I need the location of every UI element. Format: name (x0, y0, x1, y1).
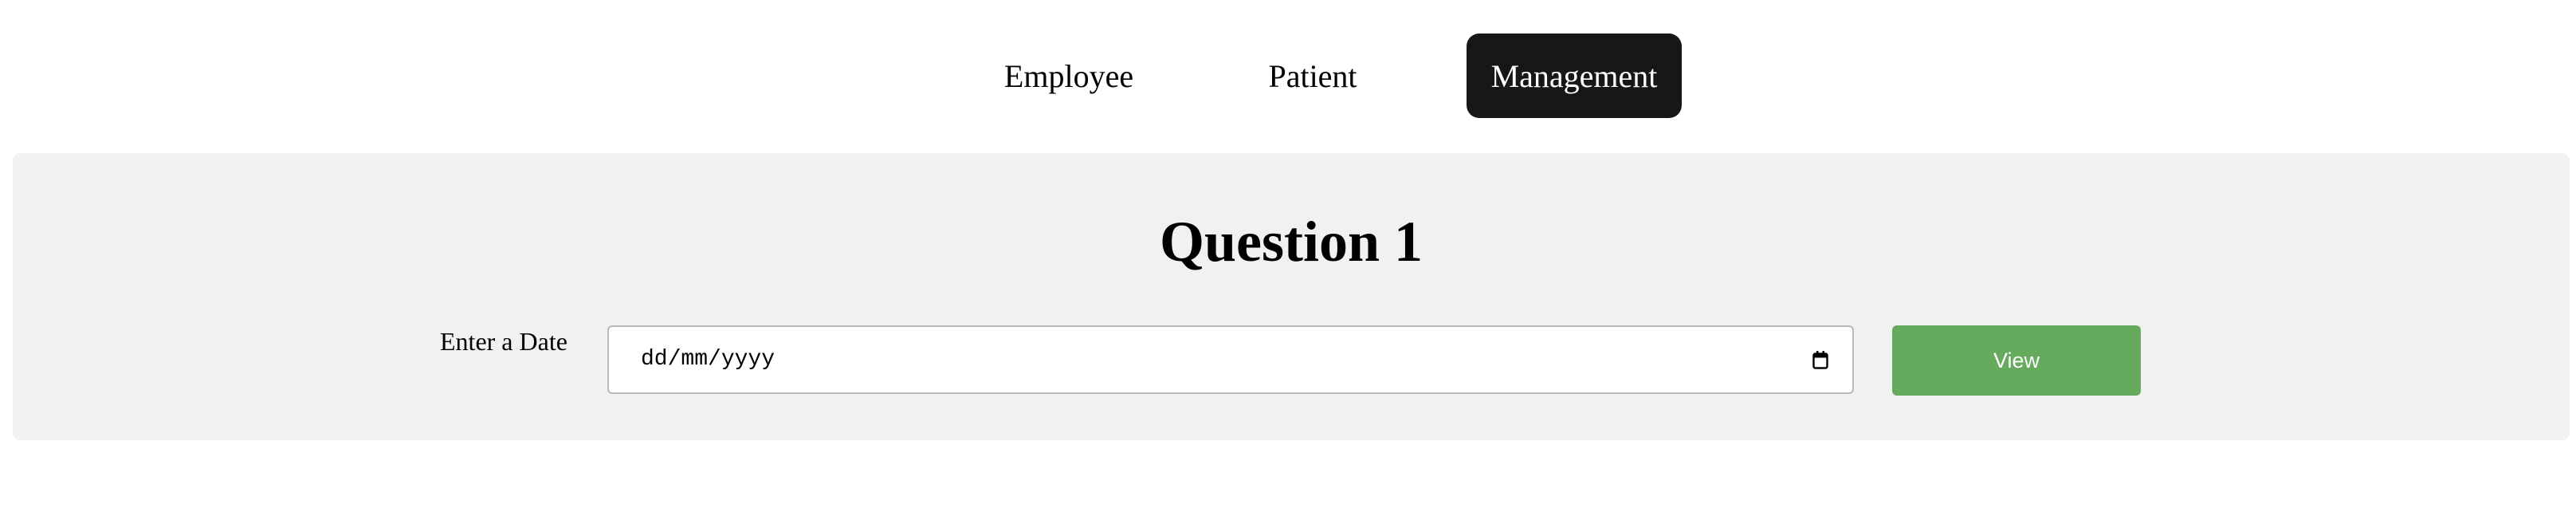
date-label: Enter a Date (440, 327, 567, 356)
nav-item-patient[interactable]: Patient (1243, 33, 1382, 118)
nav-item-management[interactable]: Management (1467, 33, 1682, 118)
question-title: Question 1 (1159, 210, 1423, 274)
calendar-icon[interactable] (1812, 350, 1828, 369)
nav-item-label: Patient (1268, 57, 1357, 94)
nav-item-employee[interactable]: Employee (980, 33, 1157, 118)
question-panel: Question 1 Enter a Date dd/mm/yyyy View (13, 153, 2570, 440)
date-placeholder: dd/mm/yyyy (641, 347, 776, 372)
nav-item-label: Management (1490, 57, 1658, 94)
view-button[interactable]: View (1892, 325, 2141, 396)
top-nav: Employee Patient Management (0, 33, 2576, 118)
date-input[interactable]: dd/mm/yyyy (607, 325, 1854, 394)
nav-item-label: Employee (1003, 57, 1134, 94)
